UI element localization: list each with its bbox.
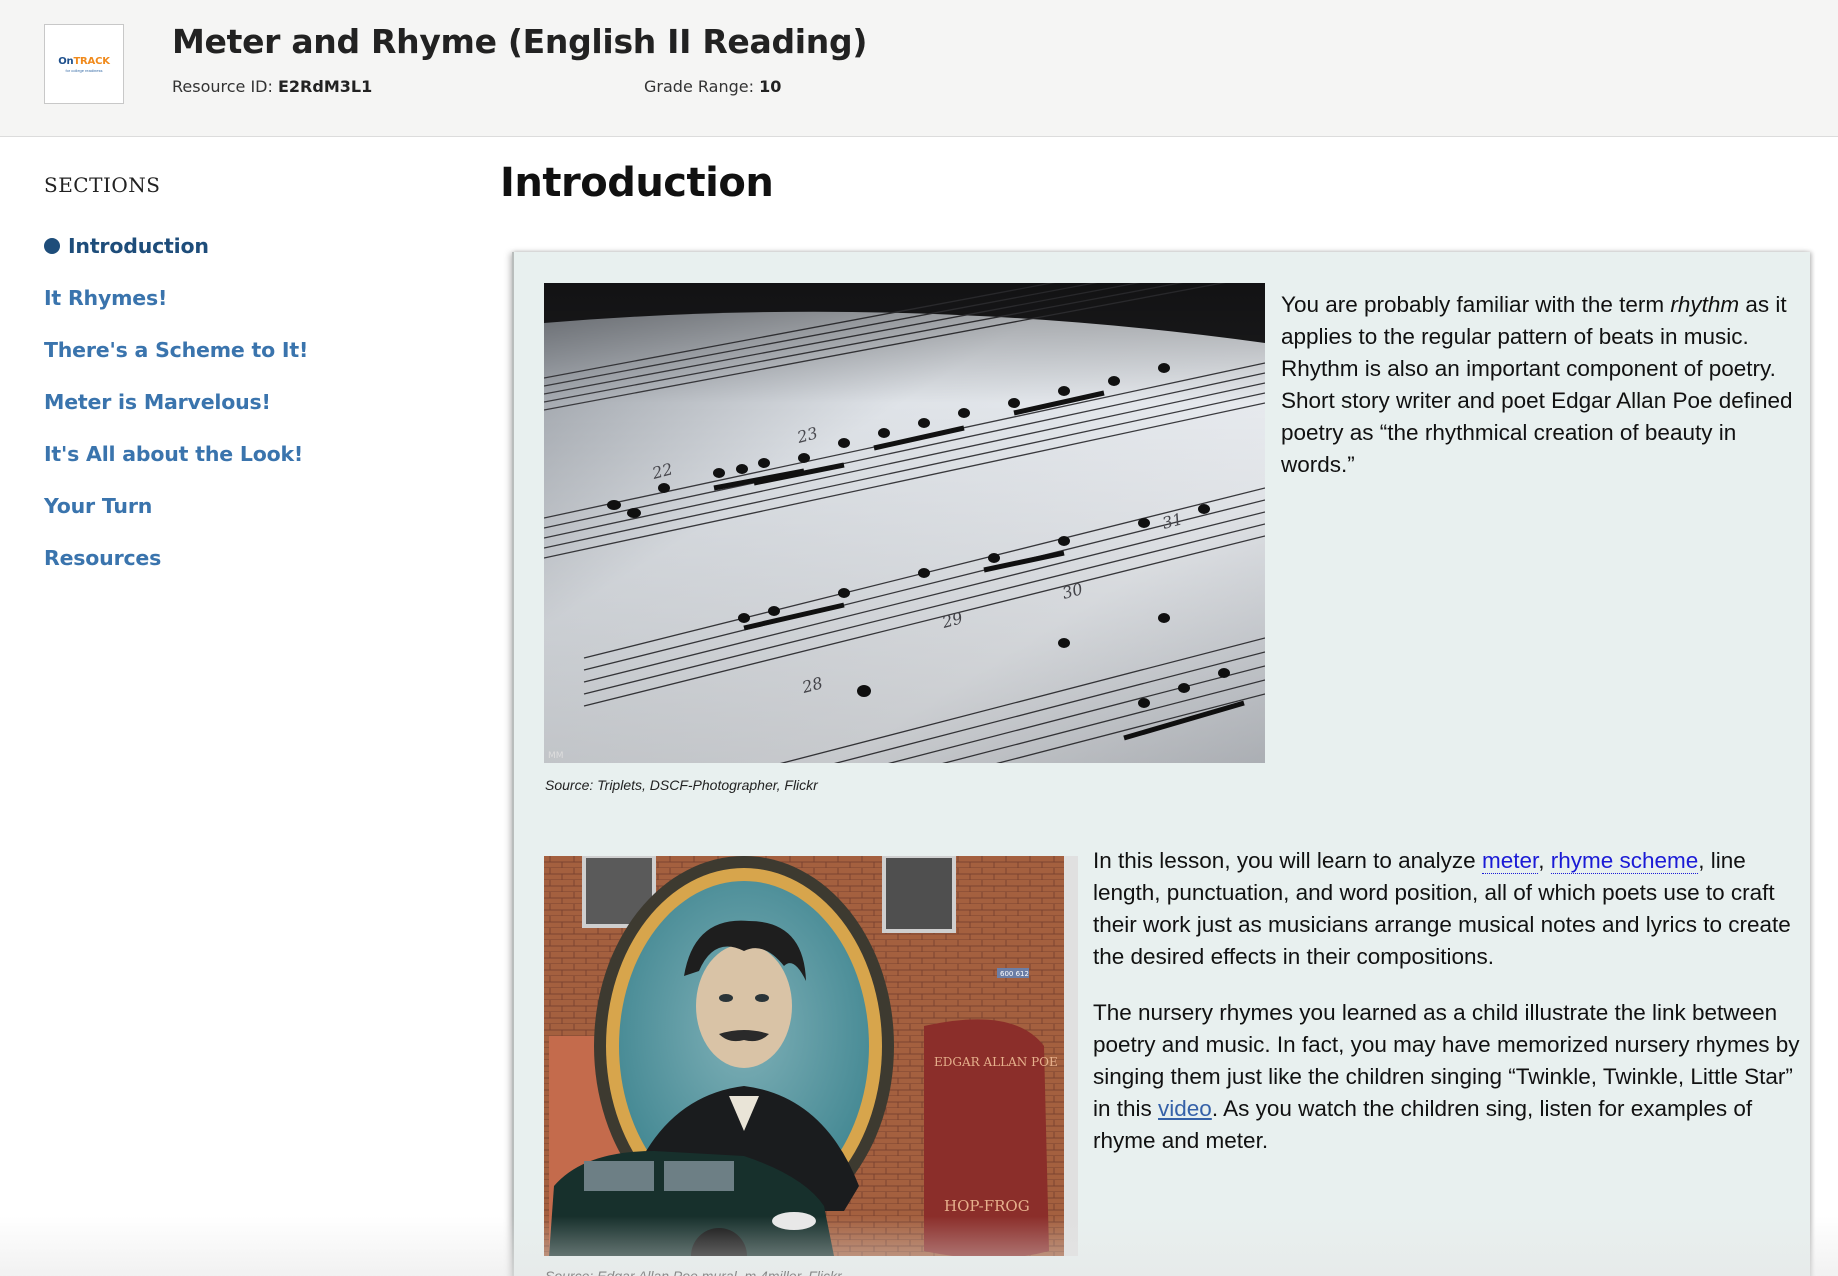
photo-watermark: MM — [548, 751, 564, 761]
intro-paragraph-2: In this lesson, you will learn to analyz… — [1093, 848, 1791, 969]
sidebar-item-introduction[interactable]: Introduction — [44, 220, 308, 272]
sidebar-item-meter[interactable]: Meter is Marvelous! — [44, 376, 308, 428]
intro-paragraph-1: You are probably familiar with the term … — [1281, 292, 1793, 477]
logo-wordmark: OnTRACK — [58, 55, 110, 67]
sections-nav: Introduction It Rhymes! There's a Scheme… — [44, 220, 308, 584]
ontrack-logo[interactable]: OnTRACK for college readiness — [44, 24, 124, 104]
sheet-music-image: 22 23 29 30 31 28 MM — [544, 283, 1265, 763]
glossary-link-meter[interactable]: meter — [1481, 848, 1539, 874]
page-header: OnTRACK for college readiness Meter and … — [0, 0, 1838, 137]
sidebar-item-label[interactable]: It's All about the Look! — [44, 442, 303, 466]
mural-heading: EDGAR ALLAN POE — [934, 1055, 1058, 1069]
sidebar-item-label[interactable]: There's a Scheme to It! — [44, 338, 308, 362]
sidebar-item-your-turn[interactable]: Your Turn — [44, 480, 308, 532]
sidebar-item-it-rhymes[interactable]: It Rhymes! — [44, 272, 308, 324]
page-title: Meter and Rhyme (English II Reading) — [172, 22, 868, 61]
sections-heading: SECTIONS — [44, 173, 161, 197]
sidebar-item-label[interactable]: Introduction — [68, 234, 209, 258]
logo-tagline: for college readiness — [65, 67, 103, 73]
image-caption: Source: Edgar Allan Poe mural, m.4miller… — [545, 1268, 842, 1276]
mural-signature: HOP-FROG — [944, 1197, 1030, 1215]
glossary-link-rhyme-scheme[interactable]: rhyme scheme — [1550, 848, 1699, 874]
current-section-dot-icon — [44, 238, 60, 254]
emphasis-rhythm: rhythm — [1670, 292, 1740, 317]
poe-mural-image: EDGAR ALLAN POE HOP-FROG 600 612 — [544, 856, 1078, 1256]
sidebar-item-label[interactable]: Resources — [44, 546, 161, 570]
intro-paragraph-3: The nursery rhymes you learned as a chil… — [1093, 1000, 1800, 1153]
image-caption: Source: Triplets, DSCF-Photographer, Fli… — [545, 777, 818, 793]
sidebar-item-look[interactable]: It's All about the Look! — [44, 428, 308, 480]
video-link[interactable]: video — [1158, 1096, 1212, 1121]
resource-id: Resource ID: E2RdM3L1 — [172, 77, 373, 96]
grade-range: Grade Range: 10 — [644, 77, 782, 96]
sidebar-item-resources[interactable]: Resources — [44, 532, 308, 584]
sidebar-item-scheme[interactable]: There's a Scheme to It! — [44, 324, 308, 376]
sidebar-item-label[interactable]: It Rhymes! — [44, 286, 167, 310]
sidebar-item-label[interactable]: Meter is Marvelous! — [44, 390, 271, 414]
address-plate: 600 612 — [1000, 970, 1029, 978]
section-title: Introduction — [500, 160, 774, 206]
sidebar-item-label[interactable]: Your Turn — [44, 494, 152, 518]
